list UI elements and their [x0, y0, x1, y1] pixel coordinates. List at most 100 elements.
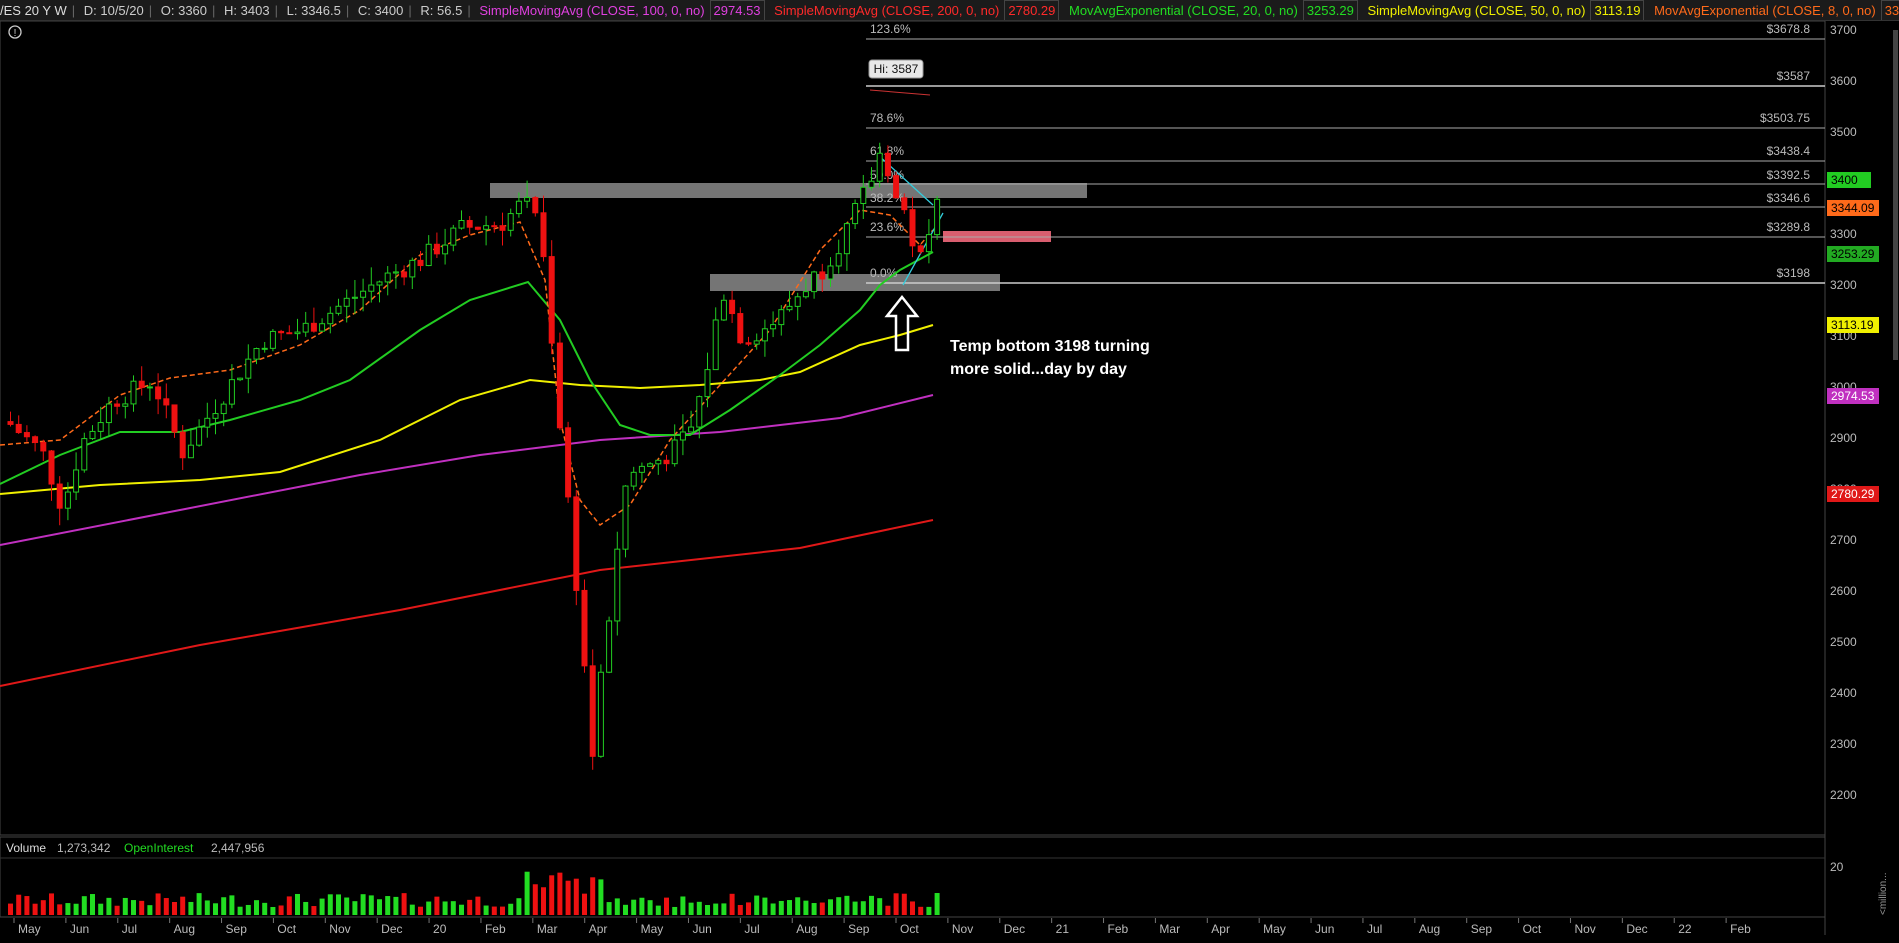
- fib-price-label: $3678.8: [1767, 22, 1811, 36]
- volume-bar: [139, 900, 145, 915]
- volume-bar: [483, 905, 489, 915]
- study-ema8-label[interactable]: MovAvgExponential (CLOSE, 8, 0, no): [1654, 3, 1876, 18]
- candle-body: [425, 243, 432, 267]
- candle-body: [909, 209, 916, 247]
- volume-bar: [926, 906, 932, 915]
- volume-bar: [491, 906, 497, 915]
- candle-body: [261, 347, 268, 350]
- candle-body: [253, 348, 260, 360]
- volume-bar: [524, 871, 530, 915]
- candle-body: [622, 485, 629, 550]
- volume-bar: [532, 884, 538, 915]
- candle-body: [663, 459, 670, 465]
- candle-body: [351, 296, 358, 299]
- candle-body: [901, 197, 908, 211]
- candle-body: [155, 386, 162, 400]
- time-tick: Feb: [1108, 922, 1129, 936]
- volume-bar: [573, 878, 579, 915]
- candle-body: [212, 413, 219, 419]
- candle-body: [704, 369, 711, 398]
- candle-body: [73, 469, 80, 493]
- candle-body: [204, 417, 211, 428]
- badge-ema20-text: 3253.29: [1831, 247, 1875, 261]
- price-tick: 3200: [1830, 278, 1857, 292]
- fib-price-label: $3198: [1777, 266, 1811, 280]
- study-sma50-label[interactable]: SimpleMovingAvg (CLOSE, 50, 0, no): [1367, 3, 1585, 18]
- candle-body: [179, 431, 186, 459]
- volume-bar: [475, 896, 481, 915]
- price-tick: 3500: [1830, 125, 1857, 139]
- candle-body: [671, 439, 678, 465]
- bar-range: R: 56.5: [420, 3, 463, 18]
- candle-body: [917, 245, 924, 253]
- volume-bar: [442, 901, 448, 915]
- volume-bar: [327, 894, 333, 915]
- candle-body: [729, 299, 736, 315]
- oi-value: 2,447,956: [211, 841, 265, 855]
- bar-close: C: 3400: [357, 3, 404, 18]
- volume-bar: [631, 899, 637, 915]
- volume-bar: [844, 895, 850, 915]
- study-sma100-value: 2974.53: [709, 0, 765, 20]
- volume-unit-label: <million...: [1878, 872, 1889, 915]
- chart-canvas[interactable]: ! 123.6% 78.6% 61.8% 50.0% 38.2% 23.6% 0…: [0, 0, 1899, 943]
- volume-bar: [311, 906, 317, 915]
- time-tick: May: [1263, 922, 1286, 936]
- volume-bar: [803, 900, 809, 915]
- volume-bar: [303, 901, 309, 915]
- candle-body: [302, 322, 309, 333]
- badge-sma100-text: 2974.53: [1831, 389, 1875, 403]
- study-ema20-label[interactable]: MovAvgExponential (CLOSE, 20, 0, no): [1069, 3, 1298, 18]
- candle-body: [876, 152, 883, 182]
- volume-bar: [24, 896, 30, 915]
- time-tick: Jun: [1315, 922, 1334, 936]
- symbol-label[interactable]: /ES 20 Y W: [0, 3, 67, 18]
- fib-price-label: $3438.4: [1767, 144, 1811, 158]
- volume-bar: [778, 900, 784, 915]
- candle-body: [392, 271, 399, 274]
- volume-bar: [565, 880, 571, 915]
- candle-body: [376, 281, 383, 286]
- volume-bar: [516, 898, 522, 915]
- candle-body: [48, 450, 55, 485]
- vertical-scrollbar[interactable]: [1893, 30, 1898, 360]
- badge-sma50-text: 3113.19: [1831, 318, 1874, 332]
- volume-bar: [729, 893, 735, 915]
- volume-bar: [57, 904, 63, 915]
- time-tick: Sep: [1471, 922, 1493, 936]
- volume-bar: [49, 893, 54, 915]
- volume-bar: [647, 900, 653, 915]
- candle-body: [245, 358, 252, 379]
- volume-bar: [81, 896, 87, 915]
- volume-bar: [721, 903, 727, 915]
- candle-body: [228, 379, 235, 405]
- candle-body: [237, 377, 244, 381]
- study-sma100-label[interactable]: SimpleMovingAvg (CLOSE, 100, 0, no): [479, 3, 704, 18]
- candle-body: [565, 427, 572, 498]
- candle-body: [483, 225, 490, 230]
- time-tick: Mar: [1159, 922, 1180, 936]
- volume-bar: [418, 906, 423, 915]
- candle-body: [638, 465, 645, 473]
- candle-body: [196, 426, 203, 446]
- time-tick: May: [641, 922, 664, 936]
- candle-body: [786, 305, 793, 311]
- volume-bar: [450, 901, 456, 915]
- study-sma200-label[interactable]: SimpleMovingAvg (CLOSE, 200, 0, no): [774, 3, 999, 18]
- time-tick: Oct: [277, 922, 296, 936]
- candle-body: [187, 444, 194, 459]
- candle-body: [56, 483, 63, 509]
- volume-bar: [393, 896, 399, 915]
- volume-bar: [196, 893, 202, 915]
- candle-body: [458, 220, 465, 229]
- candle-body: [524, 197, 531, 202]
- volume-bar: [696, 901, 702, 915]
- candle-body: [606, 620, 613, 673]
- volume-bar: [549, 875, 555, 915]
- bar-date: D: 10/5/20: [83, 3, 144, 18]
- volume-label: Volume: [6, 841, 46, 855]
- candle-body: [819, 271, 826, 280]
- candle-body: [581, 589, 588, 667]
- volume-bar: [245, 904, 251, 915]
- candle-body: [884, 152, 891, 177]
